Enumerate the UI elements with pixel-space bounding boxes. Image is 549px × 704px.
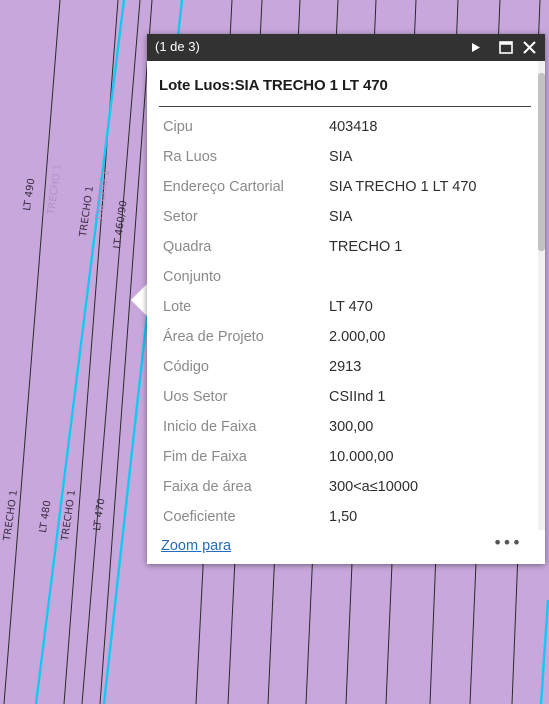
attribute-name: Ra Luos [163,149,218,165]
attribute-row: Conjunto [147,266,537,296]
more-actions-button[interactable]: ••• [492,533,522,556]
attribute-name: Conjunto [163,269,222,285]
attribute-value: SIA TRECHO 1 LT 470 [329,179,477,195]
attribute-name: Uos Setor [163,389,228,405]
maximize-icon [499,41,513,54]
attribute-name: Setor [163,209,198,225]
popup-pointer [131,284,147,316]
attribute-name: Inicio de Faixa [163,419,257,435]
attribute-value: 2.000,00 [329,329,386,345]
close-button[interactable] [519,34,541,61]
feature-popup: (1 de 3) Lote Luos:SIA TRECHO 1 LT 470 C… [147,34,545,564]
attribute-row: Uos Setor CSIInd 1 [147,386,537,416]
attribute-value: 1,50 [329,509,358,525]
attribute-value: 10.000,00 [329,449,394,465]
popup-footer: Zoom para ••• [147,530,545,564]
ellipsis-icon: ••• [492,533,522,552]
popup-title: Lote Luos:SIA TRECHO 1 LT 470 [159,77,388,94]
title-divider [159,106,531,107]
scrollbar-thumb[interactable] [538,73,545,251]
attribute-row: Quadra TRECHO 1 [147,236,537,266]
attribute-row: Setor SIA [147,206,537,236]
popup-header: (1 de 3) [147,34,545,61]
popup-scrollbar[interactable] [538,61,545,530]
attribute-value: 2913 [329,359,362,375]
play-icon [472,43,480,52]
attribute-name: Código [163,359,209,375]
attribute-row: Código 2913 [147,356,537,386]
attribute-name: Fim de Faixa [163,449,247,465]
next-feature-button[interactable] [465,34,487,61]
maximize-button[interactable] [495,34,517,61]
attribute-row: Inicio de Faixa 300,00 [147,416,537,446]
feature-count: (1 de 3) [155,39,200,54]
attribute-name: Quadra [163,239,212,255]
attribute-name: Faixa de área [163,479,252,495]
attribute-row: Área de Projeto 2.000,00 [147,326,537,356]
attribute-name: Lote [163,299,192,315]
attribute-row: Endereço Cartorial SIA TRECHO 1 LT 470 [147,176,537,206]
attribute-value: LT 470 [329,299,373,315]
attribute-value: 300<a≤10000 [329,479,419,495]
zoom-to-link[interactable]: Zoom para [161,538,231,554]
attribute-row: Fim de Faixa 10.000,00 [147,446,537,476]
attribute-name: Área de Projeto [163,329,264,345]
attribute-name: Coeficiente [163,509,236,525]
attribute-value: 300,00 [329,419,374,435]
attribute-row: Lote LT 470 [147,296,537,326]
close-icon [523,41,536,54]
attribute-value: TRECHO 1 [329,239,403,255]
attribute-value: 403418 [329,119,378,135]
popup-body[interactable]: Lote Luos:SIA TRECHO 1 LT 470 Cipu 40341… [147,61,545,530]
attribute-row: Coeficiente 1,50 [147,506,537,530]
attribute-name: Endereço Cartorial [163,179,284,195]
attribute-value: SIA [329,149,353,165]
attribute-row: Ra Luos SIA [147,146,537,176]
attribute-row: Cipu 403418 [147,116,537,146]
attribute-row: Faixa de área 300<a≤10000 [147,476,537,506]
attribute-name: Cipu [163,119,193,135]
attribute-value: SIA [329,209,353,225]
attribute-value: CSIInd 1 [329,389,386,405]
